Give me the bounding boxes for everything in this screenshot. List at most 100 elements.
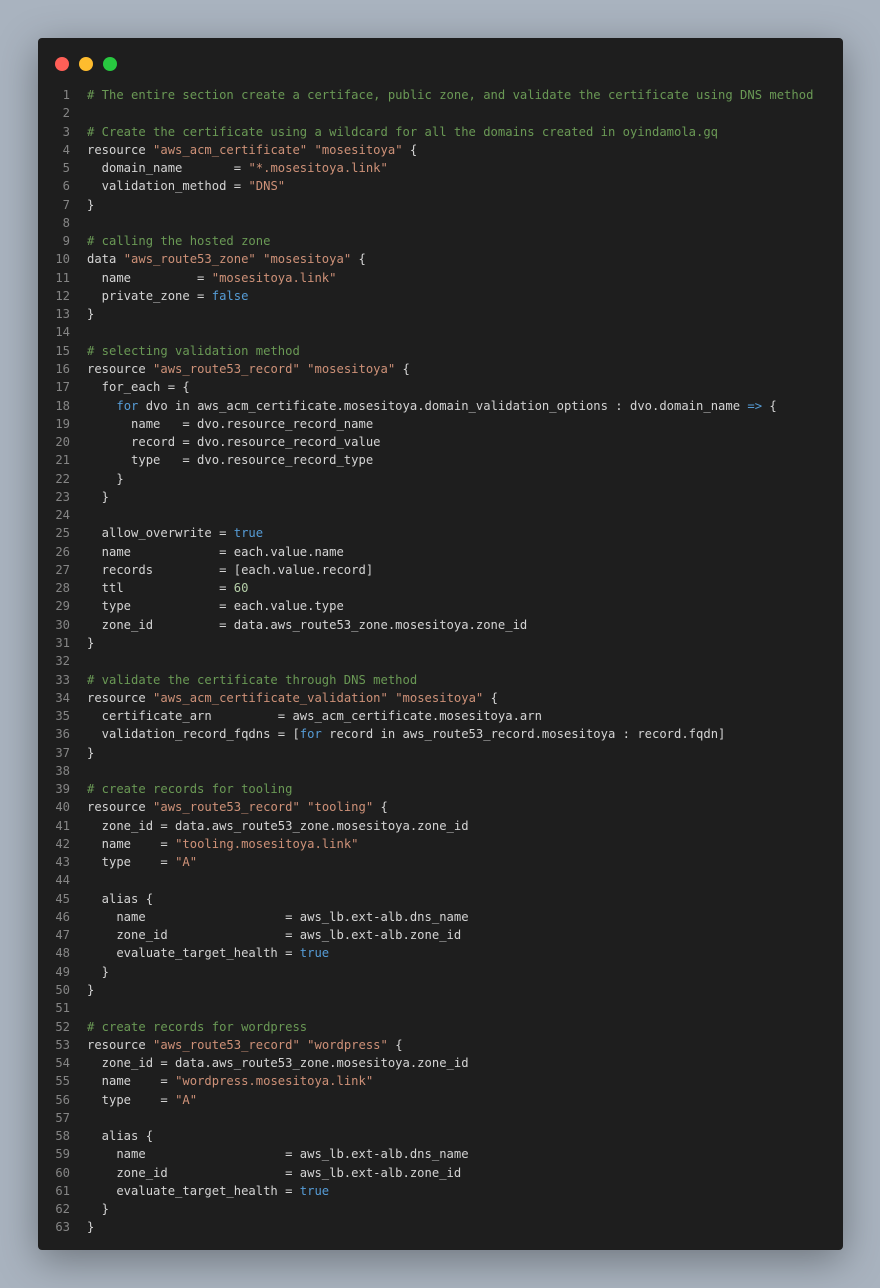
code-editor: 1 # The entire section create a certiface…	[38, 86, 843, 1237]
code-line: 30 zone_id = data.aws_route53_zone.moses…	[38, 616, 843, 634]
code-token: validation_record_fqdns = [	[87, 727, 300, 742]
line-number: 49	[55, 964, 70, 979]
line-number: 52	[55, 1019, 70, 1034]
close-button[interactable]	[55, 57, 69, 71]
line-number: 56	[55, 1092, 70, 1107]
code-token: "aws_acm_certificate_validation"	[153, 690, 388, 705]
code-text: validation_record_fqdns = [for record in…	[87, 725, 726, 743]
code-text: zone_id = data.aws_route53_zone.mosesito…	[87, 1054, 469, 1072]
code-token: alias {	[87, 1129, 154, 1144]
code-token: # Create the certificate using a wildcar…	[87, 124, 719, 139]
code-line: 50}	[38, 981, 843, 999]
code-token: "wordpress"	[307, 1037, 388, 1052]
code-line: 60 zone_id = aws_lb.ext-alb.zone_id	[38, 1164, 843, 1182]
code-line: 45 alias {	[38, 890, 843, 908]
line-number: 20	[55, 435, 70, 450]
code-token: type = each.value.type	[87, 599, 344, 614]
code-line: 34 resource "aws_acm_certificate_validati…	[38, 689, 843, 707]
maximize-button[interactable]	[103, 57, 117, 71]
code-token: zone_id = data.aws_route53_zone.mosesito…	[87, 818, 469, 833]
code-token: {	[483, 690, 498, 705]
code-token: # create records for tooling	[87, 782, 293, 797]
code-text: # create records for wordpress	[87, 1018, 307, 1036]
code-token: {	[373, 800, 388, 815]
code-text: resource "aws_acm_certificate_validation…	[87, 689, 498, 707]
code-token: name =	[87, 1074, 176, 1089]
code-text: domain_name = "*.mosesitoya.link"	[87, 159, 388, 177]
code-line: 48 evaluate_target_health = true	[38, 944, 843, 962]
code-line: 17 for_each = {	[38, 378, 843, 396]
code-token: "tooling.mosesitoya.link"	[175, 836, 359, 851]
code-token: # validate the certificate through DNS m…	[87, 672, 418, 687]
code-text: private_zone = false	[87, 287, 249, 305]
code-token: "aws_route53_zone"	[123, 252, 256, 267]
line-number: 40	[55, 800, 70, 815]
code-text: record = dvo.resource_record_value	[87, 433, 380, 451]
code-text: alias {	[87, 890, 153, 908]
code-text: name = aws_lb.ext-alb.dns_name	[87, 908, 468, 926]
line-number: 26	[55, 544, 70, 559]
code-text: name = "mosesitoya.link"	[87, 269, 337, 287]
code-line: 3 # Create the certificate using a wildca…	[38, 123, 843, 141]
code-line: 27 records = [each.value.record]	[38, 561, 843, 579]
code-text: # calling the hosted zone	[87, 232, 270, 250]
code-line: 52 # create records for wordpress	[38, 1018, 843, 1036]
code-token: certificate_arn = aws_acm_certificate.mo…	[87, 709, 542, 724]
code-text: }	[87, 634, 94, 652]
code-token: # calling the hosted zone	[87, 234, 271, 249]
code-token: {	[387, 1037, 403, 1052]
code-token: "tooling"	[307, 800, 374, 815]
line-number: 12	[55, 288, 70, 303]
code-token: "aws_acm_certificate"	[153, 142, 308, 157]
code-text: for dvo in aws_acm_certificate.mosesitoy…	[87, 397, 776, 415]
line-number: 62	[55, 1202, 70, 1217]
line-number: 55	[55, 1074, 70, 1089]
code-token: ttl =	[87, 581, 234, 596]
line-number: 41	[55, 818, 70, 833]
code-line: 15 # selecting validation method	[38, 342, 843, 360]
code-token: "mosesitoya"	[263, 252, 352, 267]
code-token: "*.mosesitoya.link"	[248, 161, 388, 176]
code-token: type =	[87, 1092, 176, 1107]
code-line: 31}	[38, 634, 843, 652]
code-token: dvo in aws_acm_certificate.mosesitoya.do…	[138, 398, 748, 413]
code-line: 47 zone_id = aws_lb.ext-alb.zone_id	[38, 926, 843, 944]
line-number: 46	[55, 909, 70, 924]
code-text: resource "aws_route53_record" "mosesitoy…	[87, 360, 410, 378]
line-number: 16	[55, 361, 70, 376]
code-line: 21 type = dvo.resource_record_type	[38, 451, 843, 469]
code-text: }	[87, 744, 94, 762]
code-line: 54 zone_id = data.aws_route53_zone.moses…	[38, 1054, 843, 1072]
line-number: 42	[55, 836, 70, 851]
code-text: records = [each.value.record]	[87, 561, 374, 579]
code-line: 11 name = "mosesitoya.link"	[38, 269, 843, 287]
code-text: resource "aws_acm_certificate" "mosesito…	[87, 141, 417, 159]
code-line: 63}	[38, 1218, 843, 1236]
code-token: domain_name =	[87, 161, 249, 176]
code-token: }	[87, 197, 95, 212]
code-text: name = aws_lb.ext-alb.dns_name	[87, 1145, 468, 1163]
code-line: 10 data "aws_route53_zone" "mosesitoya" {	[38, 250, 843, 268]
line-number: 11	[55, 270, 70, 285]
code-token: {	[402, 142, 418, 157]
code-token: zone_id = data.aws_route53_zone.mosesito…	[87, 617, 528, 632]
code-text: }	[87, 1200, 109, 1218]
line-number: 30	[55, 617, 70, 632]
code-token: false	[211, 288, 249, 303]
code-token: records = [each.value.record]	[87, 562, 374, 577]
code-line: 44	[38, 871, 843, 889]
code-token: for	[116, 398, 139, 413]
minimize-button[interactable]	[79, 57, 93, 71]
line-number: 27	[55, 562, 70, 577]
code-text: certificate_arn = aws_acm_certificate.mo…	[87, 707, 542, 725]
code-token: {	[395, 361, 410, 376]
code-line: 5 domain_name = "*.mosesitoya.link"	[38, 159, 843, 177]
code-line: 12 private_zone = false	[38, 287, 843, 305]
code-text: resource "aws_route53_record" "wordpress…	[87, 1036, 403, 1054]
code-token: "aws_route53_record"	[153, 800, 300, 815]
code-line: 9 # calling the hosted zone	[38, 232, 843, 250]
code-token: name =	[87, 836, 176, 851]
code-line: 51	[38, 999, 843, 1017]
code-text: zone_id = data.aws_route53_zone.mosesito…	[87, 616, 528, 634]
code-text: }	[87, 196, 94, 214]
